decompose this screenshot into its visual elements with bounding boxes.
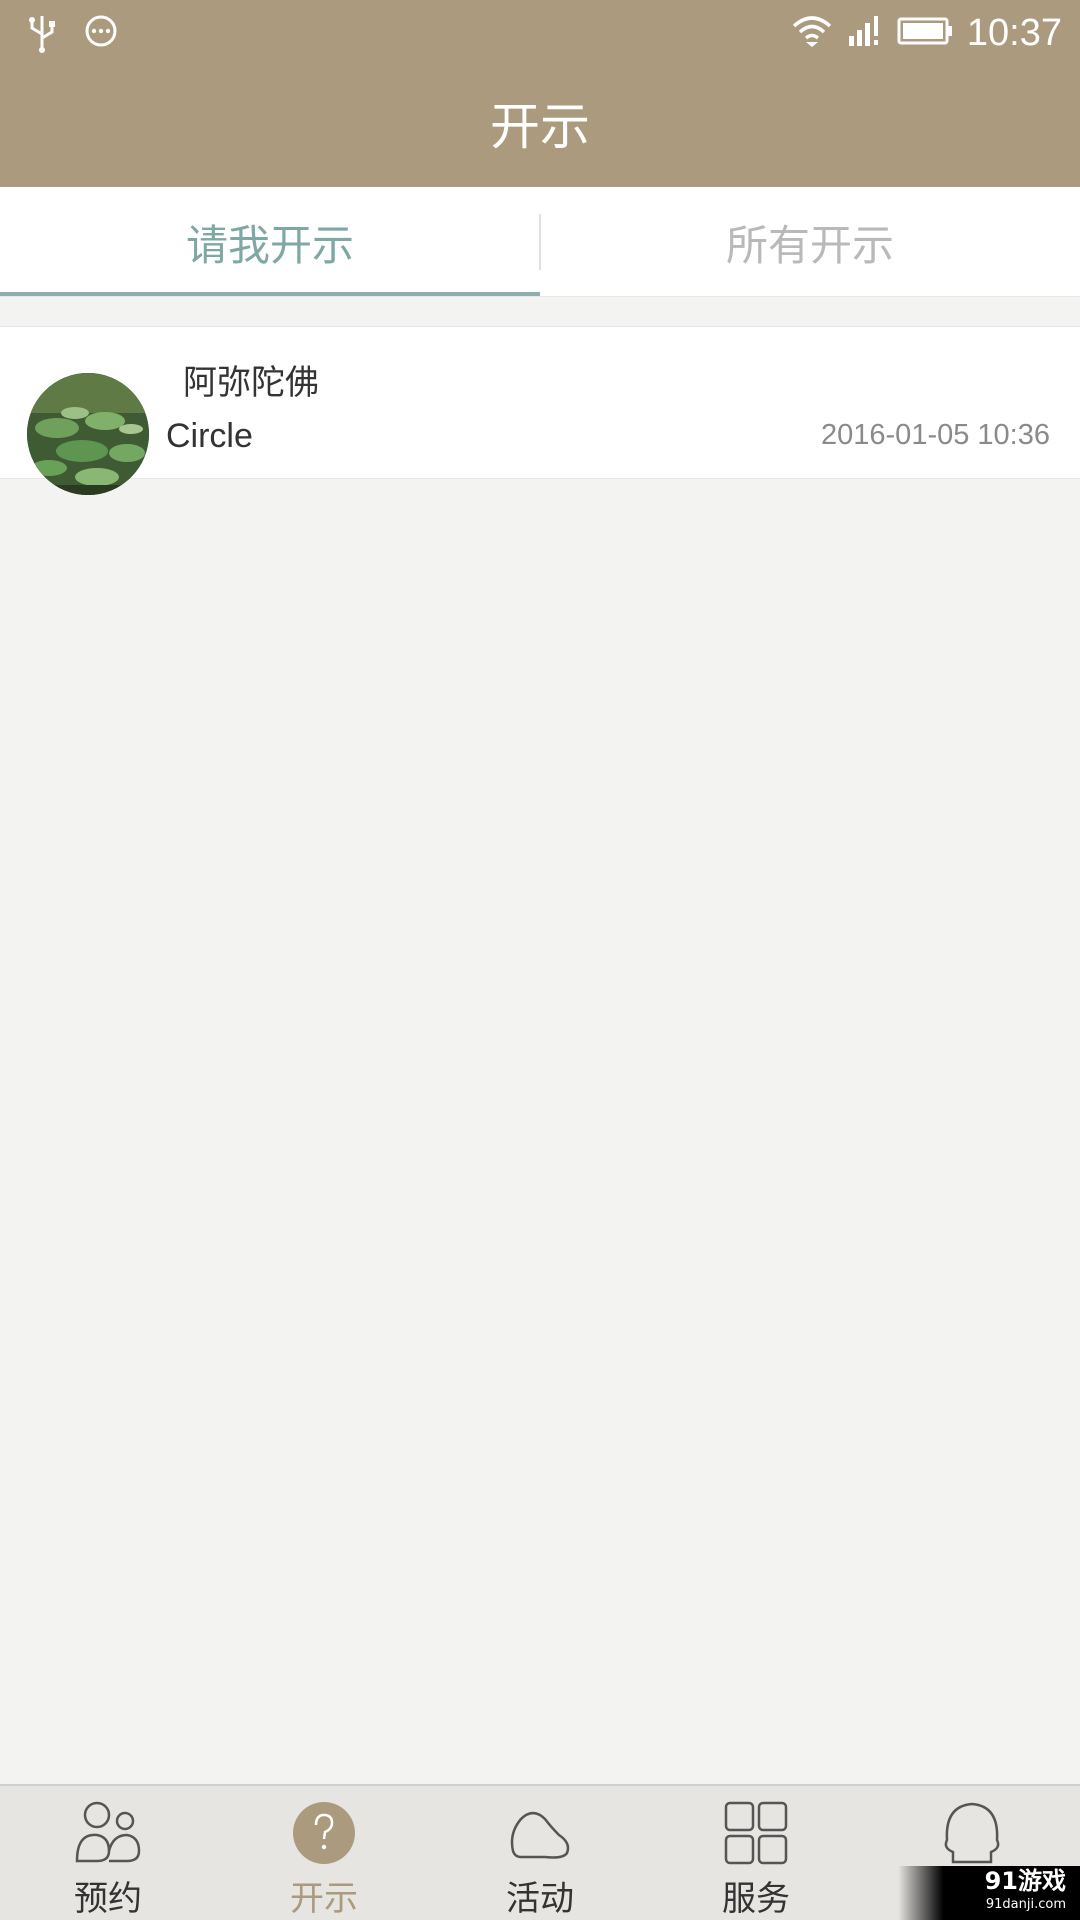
item-timestamp: 2016-01-05 10:36 bbox=[821, 419, 1050, 451]
nav-item-appointment[interactable]: 预约 bbox=[0, 1786, 216, 1920]
watermark-brand: 91游戏 bbox=[984, 1867, 1066, 1895]
nav-item-teaching[interactable]: 开示 bbox=[216, 1786, 432, 1920]
tab-all[interactable]: 所有开示 bbox=[540, 187, 1080, 297]
more-icon bbox=[84, 14, 118, 58]
tab-divider bbox=[539, 214, 541, 270]
item-title: 阿弥陀佛 bbox=[183, 363, 319, 403]
nav-item-activity[interactable]: 活动 bbox=[432, 1786, 648, 1920]
battery-icon bbox=[897, 16, 953, 50]
item-subtitle: Circle bbox=[166, 417, 253, 455]
nav-label-activity: 活动 bbox=[506, 1879, 574, 1919]
people-icon bbox=[73, 1800, 143, 1865]
status-bar: 10:37 bbox=[0, 0, 1080, 66]
nav-label-teaching: 开示 bbox=[290, 1879, 358, 1919]
status-time: 10:37 bbox=[966, 12, 1062, 54]
wifi-icon bbox=[791, 14, 833, 52]
grid-icon bbox=[721, 1800, 791, 1865]
question-icon bbox=[289, 1800, 359, 1865]
app-header: 10:37 开示 bbox=[0, 0, 1080, 187]
stone-icon bbox=[505, 1800, 575, 1865]
tab-ask-me-label: 请我开示 bbox=[185, 220, 354, 270]
tab-all-label: 所有开示 bbox=[725, 220, 894, 270]
tab-ask-me[interactable]: 请我开示 bbox=[0, 187, 540, 297]
watermark: 91游戏 91danji.com bbox=[898, 1866, 1080, 1920]
nav-label-appointment: 预约 bbox=[74, 1879, 142, 1919]
list-item[interactable]: 阿弥陀佛 Circle 2016-01-05 10:36 bbox=[0, 326, 1080, 495]
page-title: 开示 bbox=[490, 98, 590, 156]
question-list: 阿弥陀佛 Circle 2016-01-05 10:36 bbox=[0, 326, 1080, 495]
signal-icon bbox=[847, 14, 883, 52]
tab-bar-divider bbox=[0, 296, 1080, 297]
bell-icon bbox=[937, 1800, 1007, 1866]
nav-item-service[interactable]: 服务 bbox=[648, 1786, 864, 1920]
nav-label-service: 服务 bbox=[722, 1879, 790, 1919]
watermark-url: 91danji.com bbox=[985, 1897, 1066, 1912]
avatar bbox=[27, 373, 149, 495]
usb-icon bbox=[28, 14, 56, 58]
